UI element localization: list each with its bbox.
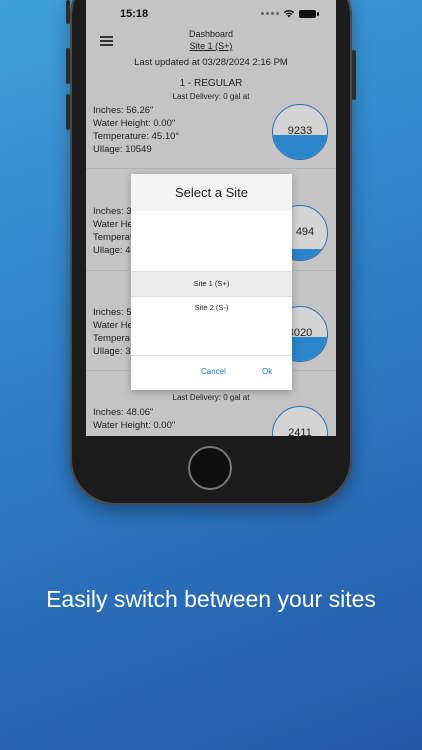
volume-up-button bbox=[66, 48, 70, 84]
tank-water-height: Water Height: 0.00" bbox=[93, 420, 176, 431]
tank-last-delivery: Last Delivery: 0 gal at bbox=[172, 92, 250, 101]
dialog-title: Select a Site bbox=[131, 174, 292, 211]
promo-caption: Easily switch between your sites bbox=[46, 586, 376, 612]
tank-inches: Inches: 3 bbox=[93, 206, 132, 217]
power-button bbox=[352, 50, 356, 100]
home-button[interactable] bbox=[188, 446, 232, 490]
ok-button[interactable]: Ok bbox=[262, 367, 272, 376]
last-updated-text: Last updated at 03/28/2024 2:16 PM bbox=[134, 57, 288, 68]
tank-level-gauge[interactable]: 2411 bbox=[272, 406, 328, 436]
site-option-selected[interactable]: Site 1 (S+) bbox=[131, 271, 292, 297]
status-icons bbox=[261, 9, 319, 18]
tank-title: 1 - REGULAR bbox=[179, 78, 243, 89]
tank-last-delivery: Last Delivery: 0 gal at bbox=[172, 393, 250, 402]
tank-ullage: Ullage: 4 bbox=[93, 245, 131, 256]
gauge-value: 2411 bbox=[288, 427, 312, 436]
tank-water-height: Water Height: 0.00" bbox=[93, 118, 176, 129]
divider bbox=[86, 168, 336, 169]
dialog-divider bbox=[131, 355, 292, 356]
tank-ullage: Ullage: 10549 bbox=[93, 144, 152, 155]
tank-water-height: Water He bbox=[93, 320, 133, 331]
tank-inches: Inches: 56.26" bbox=[93, 105, 154, 116]
site-option[interactable]: Site 2 (S-) bbox=[131, 303, 292, 312]
phone-side-button bbox=[66, 0, 70, 24]
tank-level-gauge[interactable]: 9233 bbox=[272, 104, 328, 160]
tank-ullage: Ullage: 3 bbox=[93, 346, 131, 357]
status-time: 15:18 bbox=[120, 8, 149, 20]
gauge-value: 9233 bbox=[287, 125, 313, 137]
gauge-fill bbox=[273, 134, 327, 159]
tank-inches: Inches: 48.06" bbox=[93, 407, 154, 418]
site-selector-label: Site 1 (S+) bbox=[189, 41, 233, 51]
tank-temperature: Temperat bbox=[93, 232, 133, 243]
tank-temperature: Temperature: 45.10° bbox=[93, 131, 180, 142]
page-title: Dashboard bbox=[188, 29, 234, 39]
signal-icon bbox=[261, 12, 279, 15]
status-bar: 15:18 bbox=[86, 0, 336, 26]
battery-icon bbox=[299, 9, 319, 18]
tank-inches: Inches: 5 bbox=[93, 307, 132, 318]
cancel-button[interactable]: Cancel bbox=[201, 367, 226, 376]
wifi-icon bbox=[283, 9, 295, 18]
site-selector[interactable]: Site 1 (S+) bbox=[86, 41, 336, 51]
select-site-dialog: Select a Site Site 1 (S+) Site 2 (S-) Ca… bbox=[131, 174, 292, 390]
volume-down-button bbox=[66, 94, 70, 130]
tank-water-height: Water He bbox=[93, 219, 133, 230]
tank-temperature: Tempera bbox=[93, 333, 130, 344]
